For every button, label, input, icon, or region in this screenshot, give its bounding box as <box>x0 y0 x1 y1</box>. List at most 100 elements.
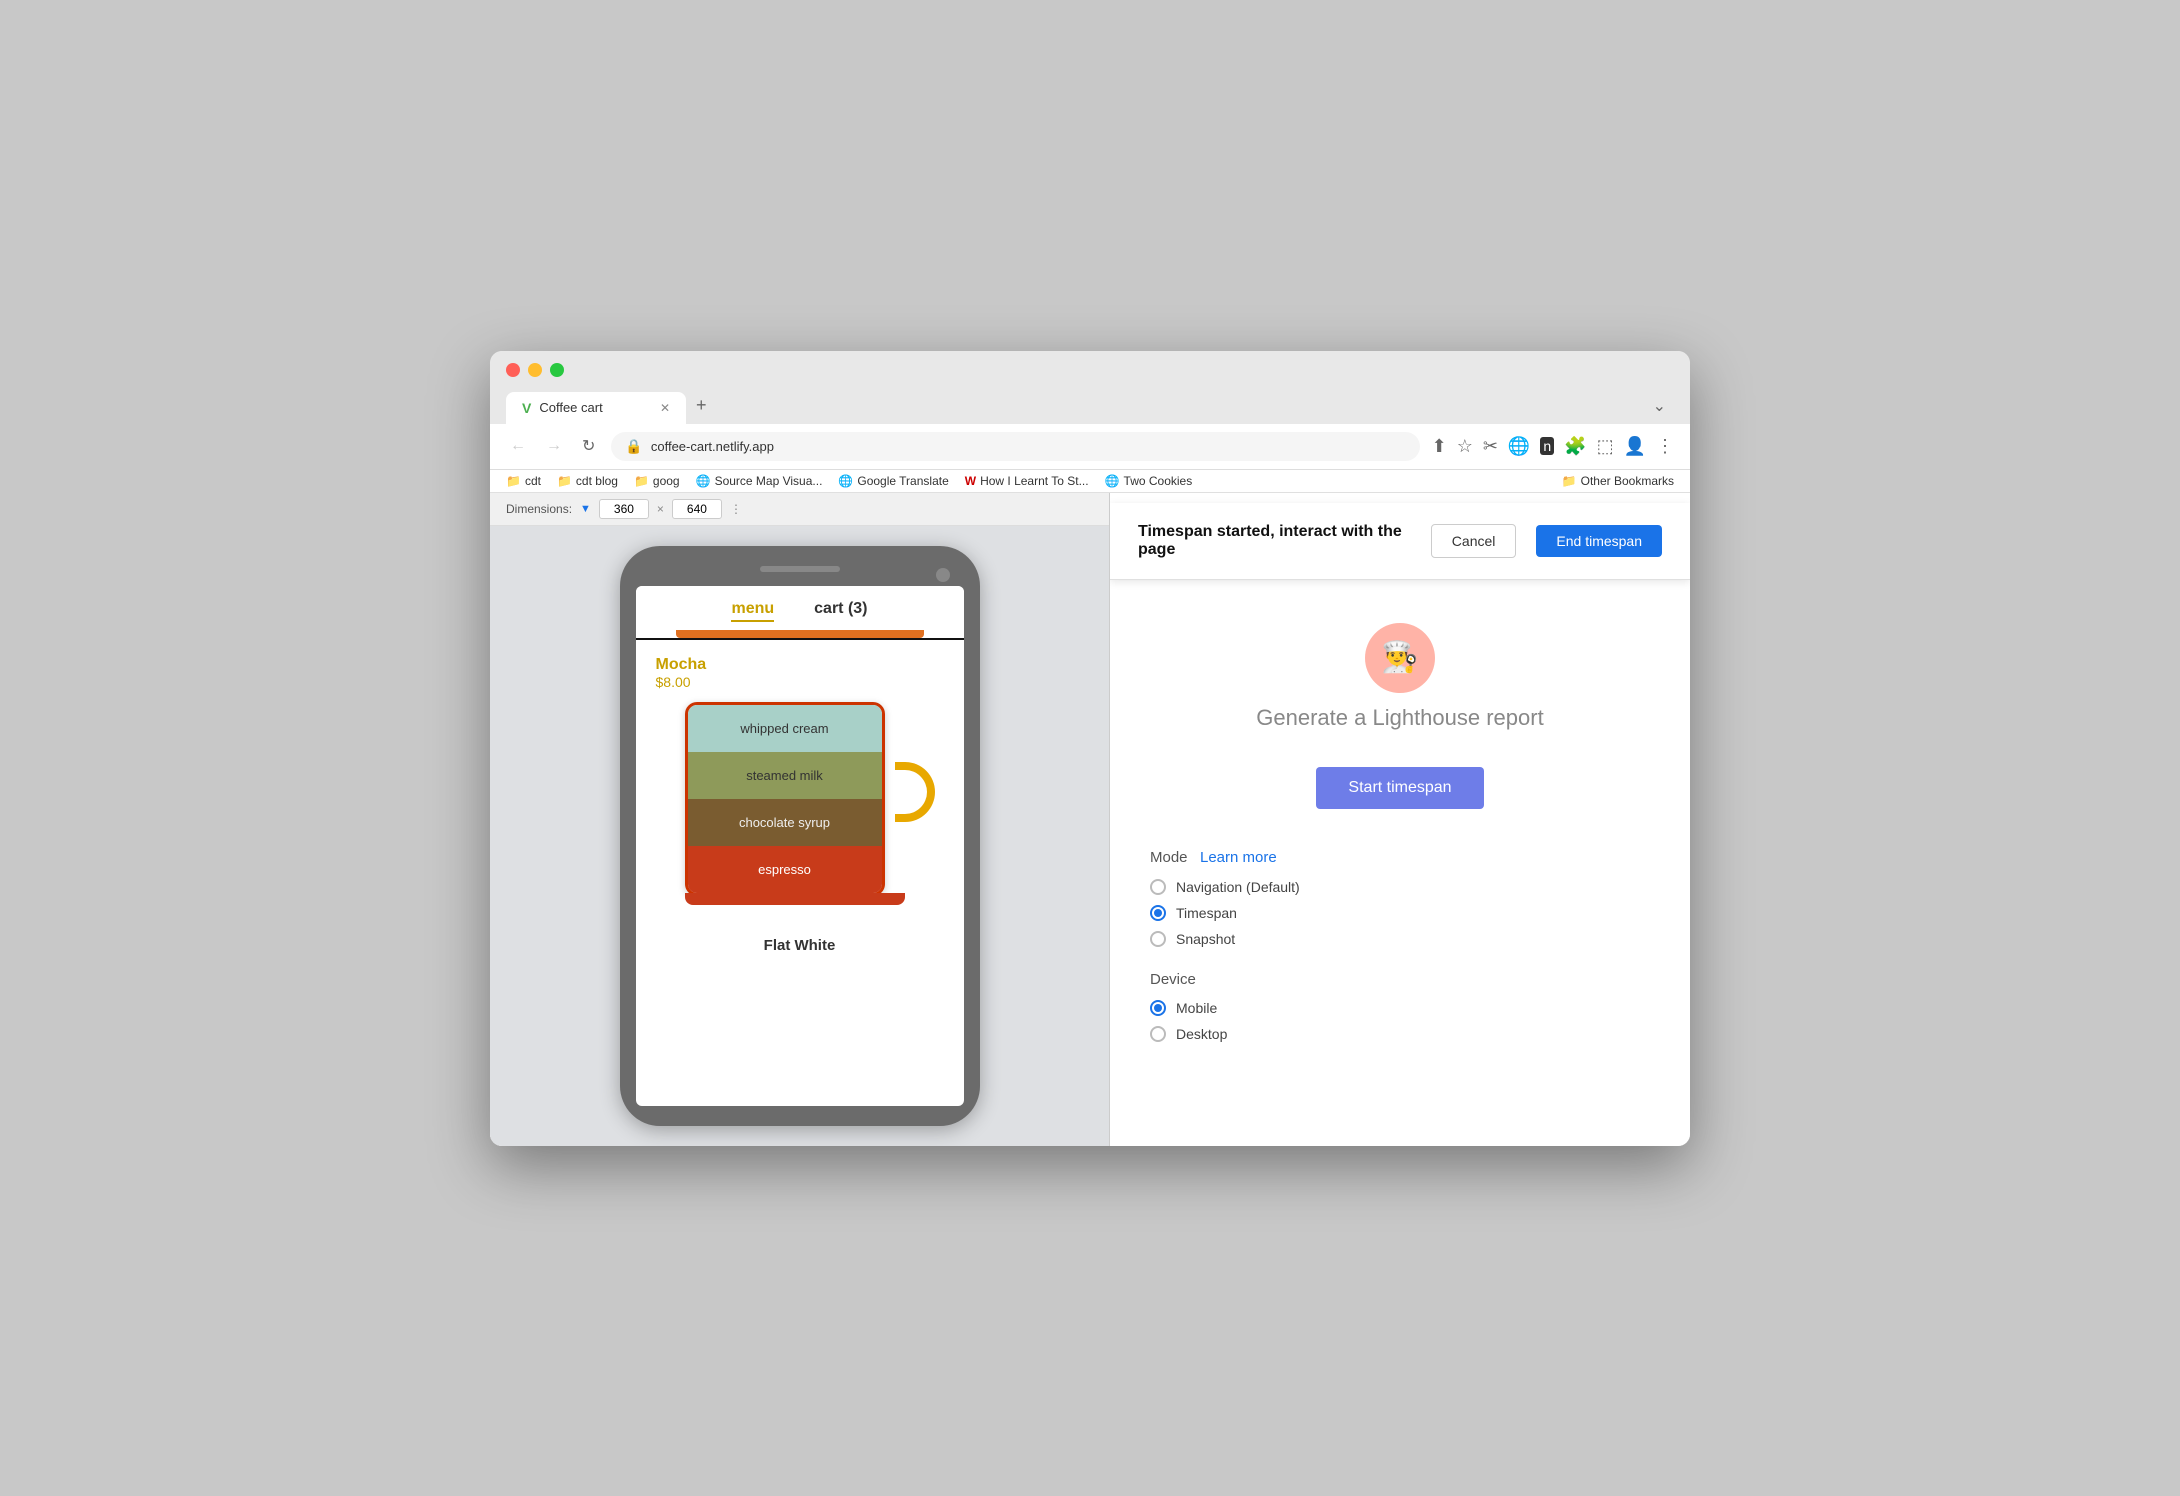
bookmark-label: Google Translate <box>857 474 948 488</box>
learn-more-link[interactable]: Learn more <box>1200 849 1277 866</box>
timespan-message: Timespan started, interact with the page <box>1138 523 1411 559</box>
cart-tab[interactable]: cart (3) <box>814 600 867 622</box>
bookmark-other[interactable]: 📁 Other Bookmarks <box>1562 474 1674 488</box>
tab-close-icon[interactable]: ✕ <box>660 401 670 415</box>
dimensions-dropdown[interactable]: ▼ <box>580 503 591 515</box>
bookmark-label: Other Bookmarks <box>1581 474 1674 488</box>
bookmark-source-map[interactable]: 🌐 Source Map Visua... <box>696 474 823 488</box>
bookmark-cdt[interactable]: 📁 cdt <box>506 474 541 488</box>
phone-camera <box>936 568 950 582</box>
sidebar-toggle-icon[interactable]: ⬚ <box>1597 436 1614 457</box>
tab-chevron-icon[interactable]: ⌄ <box>1645 388 1674 424</box>
mobile-radio[interactable] <box>1150 1000 1166 1016</box>
item-name: Mocha <box>656 656 944 674</box>
puzzle-icon[interactable]: 🧩 <box>1564 436 1586 457</box>
bookmark-label: Source Map Visua... <box>715 474 823 488</box>
navigation-label: Navigation (Default) <box>1176 879 1300 895</box>
minimize-button[interactable] <box>528 363 542 377</box>
scissors-icon[interactable]: ✂ <box>1483 436 1498 457</box>
globe-icon: 🌐 <box>696 474 711 488</box>
width-input[interactable] <box>599 499 649 519</box>
coffee-cup: whipped cream steamed milk chocolate syr… <box>685 702 915 905</box>
url-text: coffee-cart.netlify.app <box>651 439 1406 454</box>
title-bar: V Coffee cart ✕ + ⌄ <box>490 351 1690 424</box>
extension-icon[interactable]: n <box>1540 437 1554 455</box>
folder-icon: 📁 <box>557 474 572 488</box>
mode-section: Mode Learn more Navigation (Default) Tim… <box>1150 849 1650 947</box>
more-menu-icon[interactable]: ⋮ <box>1656 436 1674 457</box>
w-icon: W <box>965 474 976 488</box>
maximize-button[interactable] <box>550 363 564 377</box>
coffee-app-header: menu cart (3) <box>636 586 964 640</box>
snapshot-radio[interactable] <box>1150 931 1166 947</box>
lighthouse-content: 👨‍🍳 Generate a Lighthouse report Start t… <box>1110 493 1690 1082</box>
bookmark-cdt-blog[interactable]: 📁 cdt blog <box>557 474 618 488</box>
toolbar-icons: ⬆ ☆ ✂ 🌐 n 🧩 ⬚ 👤 ⋮ <box>1432 436 1674 457</box>
mobile-label: Mobile <box>1176 1000 1217 1016</box>
forward-button[interactable]: → <box>542 433 566 459</box>
bookmark-how-i-learnt[interactable]: W How I Learnt To St... <box>965 474 1089 488</box>
bookmark-label: cdt <box>525 474 541 488</box>
globe-icon[interactable]: 🌐 <box>1508 436 1530 457</box>
lighthouse-title: Generate a Lighthouse report <box>1256 705 1543 731</box>
bookmark-icon[interactable]: ☆ <box>1457 436 1473 457</box>
desktop-radio[interactable] <box>1150 1026 1166 1042</box>
mode-snapshot-option[interactable]: Snapshot <box>1150 931 1650 947</box>
timespan-radio[interactable] <box>1150 905 1166 921</box>
dimensions-label: Dimensions: <box>506 502 572 516</box>
phone-mockup: menu cart (3) Mocha $8.00 w <box>620 546 980 1126</box>
traffic-lights <box>506 363 1674 377</box>
device-label: Device <box>1150 971 1650 988</box>
device-desktop-option[interactable]: Desktop <box>1150 1026 1650 1042</box>
device-mobile-option[interactable]: Mobile <box>1150 1000 1650 1016</box>
cancel-button[interactable]: Cancel <box>1431 524 1517 558</box>
avatar-icon[interactable]: 👤 <box>1624 436 1646 457</box>
layer-steamed-milk: steamed milk <box>688 752 882 799</box>
globe-icon: 🌐 <box>1105 474 1120 488</box>
address-bar[interactable]: 🔒 coffee-cart.netlify.app <box>611 432 1419 461</box>
lighthouse-icon-area: 👨‍🍳 Generate a Lighthouse report <box>1150 623 1650 751</box>
bookmark-label: How I Learnt To St... <box>980 474 1089 488</box>
lighthouse-panel: Timespan started, interact with the page… <box>1110 493 1690 1146</box>
mode-timespan-option[interactable]: Timespan <box>1150 905 1650 921</box>
bookmark-goog[interactable]: 📁 goog <box>634 474 680 488</box>
end-timespan-button[interactable]: End timespan <box>1536 525 1662 557</box>
menu-tab[interactable]: menu <box>731 600 774 622</box>
bookmarks-bar: 📁 cdt 📁 cdt blog 📁 goog 🌐 Source Map Vis… <box>490 470 1690 493</box>
timespan-label: Timespan <box>1176 905 1237 921</box>
mode-radio-options: Navigation (Default) Timespan Snapshot <box>1150 879 1650 947</box>
start-timespan-button[interactable]: Start timespan <box>1316 767 1483 809</box>
folder-icon: 📁 <box>1562 474 1577 488</box>
dimensions-bar: Dimensions: ▼ × ⋮ <box>490 493 1109 526</box>
phone-screen: menu cart (3) Mocha $8.00 w <box>636 586 964 1106</box>
cup-saucer <box>685 893 905 905</box>
phone-speaker <box>760 566 840 572</box>
orange-bar <box>676 630 924 638</box>
address-bar-row: ← → ↻ 🔒 coffee-cart.netlify.app ⬆ ☆ ✂ 🌐 … <box>490 424 1690 470</box>
back-button[interactable]: ← <box>506 433 530 459</box>
devtools-panel: Dimensions: ▼ × ⋮ menu <box>490 493 1110 1146</box>
coffee-nav: menu cart (3) <box>636 586 964 630</box>
folder-icon: 📁 <box>506 474 521 488</box>
new-tab-button[interactable]: + <box>688 387 715 424</box>
close-button[interactable] <box>506 363 520 377</box>
coffee-item: Mocha $8.00 whipped cream steamed milk c… <box>636 640 964 921</box>
more-options-icon[interactable]: ⋮ <box>730 502 742 516</box>
height-input[interactable] <box>672 499 722 519</box>
layer-espresso: espresso <box>688 846 882 893</box>
active-tab[interactable]: V Coffee cart ✕ <box>506 392 686 424</box>
refresh-button[interactable]: ↻ <box>578 432 599 460</box>
translate-icon: 🌐 <box>838 474 853 488</box>
share-icon[interactable]: ⬆ <box>1432 436 1447 457</box>
chef-icon: 👨‍🍳 <box>1381 640 1418 675</box>
mode-navigation-option[interactable]: Navigation (Default) <box>1150 879 1650 895</box>
browser-window: V Coffee cart ✕ + ⌄ ← → ↻ 🔒 coffee-cart.… <box>490 351 1690 1146</box>
dimension-separator: × <box>657 502 664 516</box>
tab-favicon: V <box>522 400 531 416</box>
mode-label: Mode <box>1150 849 1188 866</box>
bookmark-two-cookies[interactable]: 🌐 Two Cookies <box>1105 474 1193 488</box>
phone-area: menu cart (3) Mocha $8.00 w <box>490 526 1109 1146</box>
tab-title: Coffee cart <box>539 400 652 415</box>
bookmark-google-translate[interactable]: 🌐 Google Translate <box>838 474 948 488</box>
navigation-radio[interactable] <box>1150 879 1166 895</box>
